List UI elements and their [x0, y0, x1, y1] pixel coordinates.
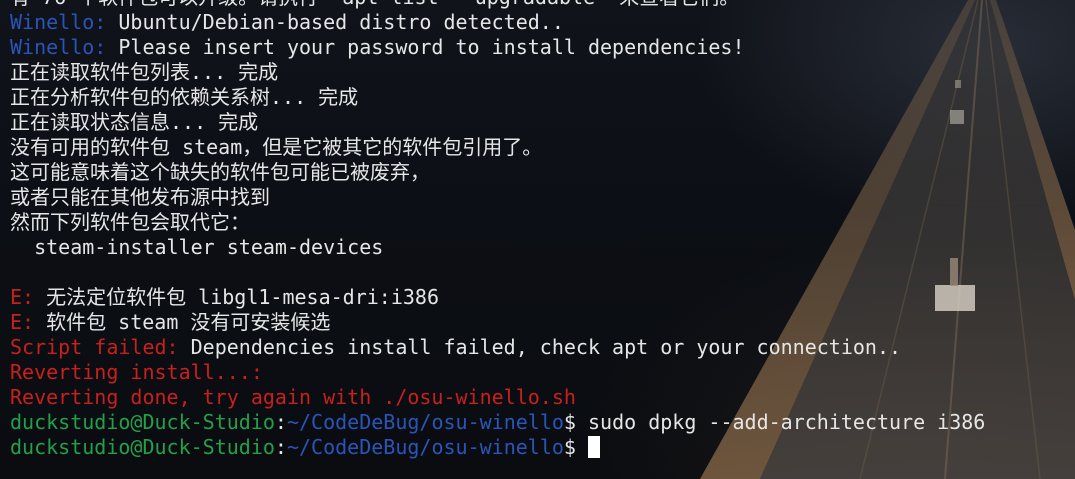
winello-tag: Winello:: [10, 10, 107, 34]
output-text: 这可能意味着这个缺失的软件包可能已被废弃，: [10, 160, 430, 184]
prompt-symbol: $: [563, 435, 576, 459]
reverting-line: Reverting done, try again with ./osu-win…: [10, 385, 1075, 410]
error-tag: E:: [10, 310, 35, 334]
apt-output-line: 正在读取状态信息... 完成: [10, 110, 1075, 135]
apt-output-line: 这可能意味着这个缺失的软件包可能已被废弃，: [10, 160, 1075, 185]
apt-output-line: 正在读取软件包列表... 完成: [10, 60, 1075, 85]
script-failed-tag: Script failed:: [10, 335, 179, 359]
output-text: 或者只能在其他发布源中找到: [10, 185, 270, 209]
apt-output-line: 或者只能在其他发布源中找到: [10, 185, 1075, 210]
prompt-user: duckstudio@Duck-Studio: [10, 410, 275, 434]
output-text: 正在读取状态信息... 完成: [10, 110, 259, 134]
output-text: 有 76 个软件包可以升级。请执行 ‘apt list --upgradable…: [10, 0, 739, 9]
error-tag: E:: [10, 285, 35, 309]
prompt-symbol: $: [563, 410, 576, 434]
prompt-path: ~/CodeDeBug/osu-winello: [286, 435, 564, 459]
command-input[interactable]: [576, 435, 588, 459]
winello-line: Winello: Ubuntu/Debian-based distro dete…: [10, 10, 1075, 35]
output-text: 然而下列软件包会取代它：: [10, 210, 250, 234]
output-text: Ubuntu/Debian-based distro detected..: [106, 10, 564, 34]
prompt-path: ~/CodeDeBug/osu-winello: [286, 410, 564, 434]
apt-output-line: 正在分析软件包的依赖关系树... 完成: [10, 85, 1075, 110]
apt-upgrade-notice: 有 76 个软件包可以升级。请执行 ‘apt list --upgradable…: [10, 0, 1075, 10]
output-text: Please insert your password to install d…: [106, 35, 745, 59]
output-text: 正在分析软件包的依赖关系树... 完成: [10, 85, 359, 109]
apt-output-line: steam-installer steam-devices: [10, 235, 1075, 260]
output-text: 软件包 steam 没有可安装候选: [34, 310, 331, 334]
output-text: 没有可用的软件包 steam，但是它被其它的软件包引用了。: [10, 135, 543, 159]
prompt-separator: :: [274, 435, 287, 459]
script-failed-line: Script failed: Dependencies install fail…: [10, 335, 1075, 360]
output-text: Dependencies install failed, check apt o…: [178, 335, 902, 359]
winello-line: Winello: Please insert your password to …: [10, 35, 1075, 60]
prompt-line: duckstudio@Duck-Studio:~/CodeDeBug/osu-w…: [10, 410, 1075, 435]
active-prompt-line[interactable]: duckstudio@Duck-Studio:~/CodeDeBug/osu-w…: [10, 435, 1075, 460]
terminal-output: 有 76 个软件包可以升级。请执行 ‘apt list --upgradable…: [10, 0, 1075, 460]
error-line: E: 无法定位软件包 libgl1-mesa-dri:i386: [10, 285, 1075, 310]
output-text: Reverting done, try again with ./osu-win…: [10, 385, 576, 409]
winello-tag: Winello:: [10, 35, 107, 59]
text-cursor[interactable]: [588, 436, 600, 458]
command-text: sudo dpkg --add-architecture i386: [575, 410, 986, 434]
apt-output-line: 然而下列软件包会取代它：: [10, 210, 1075, 235]
output-text: 无法定位软件包 libgl1-mesa-dri:i386: [34, 285, 439, 309]
error-line: E: 软件包 steam 没有可安装候选: [10, 310, 1075, 335]
prompt-user: duckstudio@Duck-Studio: [10, 435, 275, 459]
output-text: Reverting install...:: [10, 360, 263, 384]
terminal-window[interactable]: 有 76 个软件包可以升级。请执行 ‘apt list --upgradable…: [0, 0, 1075, 479]
output-text: 正在读取软件包列表... 完成: [10, 60, 279, 84]
reverting-line: Reverting install...:: [10, 360, 1075, 385]
output-text: steam-installer steam-devices: [10, 235, 384, 259]
apt-output-line: 没有可用的软件包 steam，但是它被其它的软件包引用了。: [10, 135, 1075, 160]
prompt-separator: :: [274, 410, 287, 434]
